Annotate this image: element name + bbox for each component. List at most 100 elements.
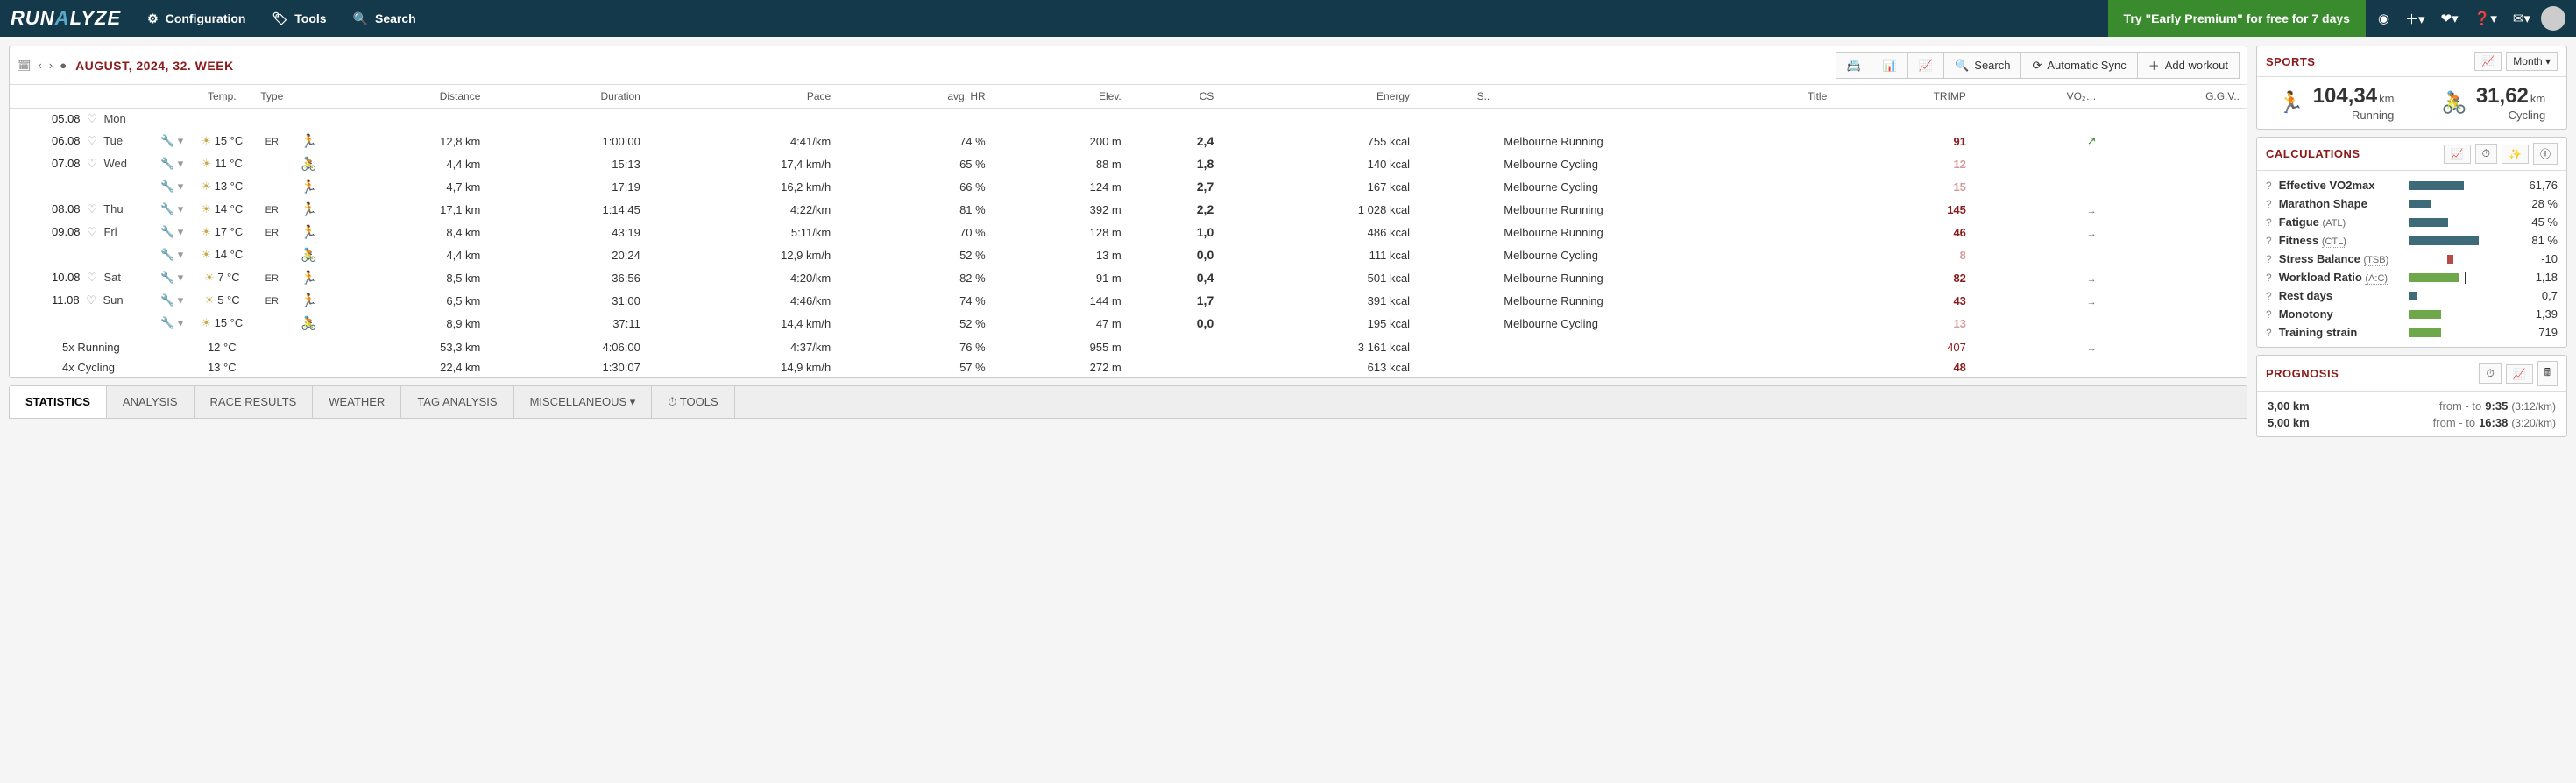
calc-row: ? Workload Ratio (A:C) 1,18 <box>2266 268 2558 286</box>
nav-configuration[interactable]: ⚙Configuration <box>147 11 245 26</box>
calc-row: ? Training strain 719 <box>2266 323 2558 342</box>
activity-row[interactable]: 06.08 ♡ Tue 🔧 ▾ ☀ 15 °C ER 🏃 12,8 km 1:0… <box>10 130 2247 152</box>
col-header[interactable]: Title <box>1497 85 1834 109</box>
summary-row: 5x Running 12 °C 53,3 km4:06:004:37/km76… <box>10 335 2247 358</box>
logo[interactable]: RUNALYZE <box>11 7 121 30</box>
view-chart1-button[interactable]: 📊 <box>1872 52 1908 79</box>
activity-row[interactable]: 🔧 ▾ ☀ 13 °C 🏃 4,7 km 17:19 16,2 km/h 66 … <box>10 175 2247 198</box>
add-workout-button[interactable]: ＋Add workout <box>2137 52 2240 79</box>
col-header[interactable]: Type <box>250 85 294 109</box>
activity-row[interactable]: 09.08 ♡ Fri 🔧 ▾ ☀ 17 °C ER 🏃 8,4 km 43:1… <box>10 221 2247 243</box>
col-header[interactable]: S.. <box>1417 85 1497 109</box>
running-icon: 🏃 <box>2278 90 2304 116</box>
calendar-icon[interactable]: 🗓 <box>17 59 32 73</box>
top-icons: ◉ ＋▾ ❤▾ ❓▾ ✉▾ <box>2378 10 2530 28</box>
help-icon[interactable]: ? <box>2266 272 2272 284</box>
prognosis-row: 3,00 kmfrom - to9:35(3:12/km) <box>2268 398 2556 414</box>
calc-row: ? Stress Balance (TSB) -10 <box>2266 250 2558 268</box>
col-header[interactable] <box>150 85 194 109</box>
calc-row: ? Monotony 1,39 <box>2266 305 2558 323</box>
col-header[interactable]: Duration <box>487 85 647 109</box>
databrowser-header: 🗓 ‹ › ● AUGUST, 2024, 32. WEEK 📇 📊 📈 🔍Se… <box>10 46 2247 85</box>
tab-tag-analysis[interactable]: TAG ANALYSIS <box>401 386 513 418</box>
chart-icon[interactable]: 📈 <box>2474 52 2502 71</box>
calc-row: ? Marathon Shape 28 % <box>2266 194 2558 213</box>
info-icon[interactable]: ⓘ <box>2533 143 2558 165</box>
gauge-icon[interactable]: ⏱ <box>2479 363 2501 384</box>
col-header[interactable]: CS <box>1129 85 1221 109</box>
databrowser-actions: 📇 📊 📈 🔍Search ⟳Automatic Sync ＋Add worko… <box>1836 52 2240 79</box>
calc-row: ? Fatigue (ATL) 45 % <box>2266 213 2558 231</box>
calc-icon[interactable]: 🖩 <box>2537 361 2558 386</box>
databrowser-panel: 🗓 ‹ › ● AUGUST, 2024, 32. WEEK 📇 📊 📈 🔍Se… <box>9 46 2247 378</box>
refresh-icon[interactable]: ● <box>60 59 67 72</box>
eye-icon[interactable]: ◉ <box>2378 11 2389 26</box>
nav-search[interactable]: 🔍Search <box>353 11 416 26</box>
col-header[interactable] <box>10 85 150 109</box>
tab-miscellaneous[interactable]: MISCELLANEOUS ▾ <box>514 386 653 418</box>
col-header[interactable]: G.G.V.. <box>2104 85 2247 109</box>
help-icon[interactable]: ? <box>2266 180 2272 192</box>
calc-row: ? Effective VO2max 61,76 <box>2266 176 2558 194</box>
promo-banner[interactable]: Try "Early Premium" for free for 7 days <box>2108 0 2366 37</box>
sync-icon: ⟳ <box>2032 59 2042 73</box>
next-button[interactable]: › <box>49 59 53 72</box>
help-icon[interactable]: ? <box>2266 308 2272 321</box>
tab-weather[interactable]: WEATHER <box>313 386 401 418</box>
summary-row: 4x Cycling 13 °C 22,4 km1:30:0714,9 km/h… <box>10 357 2247 377</box>
heart-icon[interactable]: ❤▾ <box>2441 11 2459 26</box>
help-icon[interactable]: ? <box>2266 235 2272 247</box>
col-header[interactable]: Temp. <box>194 85 250 109</box>
col-header[interactable] <box>294 85 324 109</box>
bars-icon: 📊 <box>1883 59 1897 73</box>
prognosis-title: PROGNOSIS <box>2266 367 2339 380</box>
databrowser-title: AUGUST, 2024, 32. WEEK <box>75 59 234 73</box>
view-chart2-button[interactable]: 📈 <box>1907 52 1944 79</box>
avatar[interactable] <box>2541 6 2565 31</box>
sports-title: SPORTS <box>2266 55 2315 68</box>
tab-tools[interactable]: ⏱ TOOLS <box>652 386 734 418</box>
period-select[interactable]: Month ▾ <box>2506 52 2558 71</box>
help-icon[interactable]: ❓▾ <box>2474 11 2497 26</box>
wand-icon[interactable]: ✨ <box>2502 145 2529 164</box>
col-header[interactable]: Distance <box>324 85 487 109</box>
calculations-panel: CALCULATIONS 📈 ⏱ ✨ ⓘ ? Effective VO2max … <box>2256 137 2567 348</box>
activity-row[interactable]: 05.08 ♡ Mon <box>10 109 2247 130</box>
activity-row[interactable]: 10.08 ♡ Sat 🔧 ▾ ☀ 7 °C ER 🏃 8,5 km 36:56… <box>10 266 2247 289</box>
gear-icon: ⚙ <box>147 11 159 26</box>
activity-row[interactable]: 🔧 ▾ ☀ 14 °C 🚴 4,4 km 20:24 12,9 km/h 52 … <box>10 243 2247 266</box>
help-icon[interactable]: ? <box>2266 198 2272 210</box>
nav-tools[interactable]: 🏷Tools <box>272 11 326 26</box>
activity-row[interactable]: 07.08 ♡ Wed 🔧 ▾ ☀ 11 °C 🚴 4,4 km 15:13 1… <box>10 152 2247 175</box>
chart-icon[interactable]: 📈 <box>2506 364 2533 384</box>
help-icon[interactable]: ? <box>2266 290 2272 302</box>
gauge-icon[interactable]: ⏱ <box>2475 144 2497 164</box>
col-header[interactable]: Energy <box>1221 85 1417 109</box>
bars2-icon: 📈 <box>1919 59 1933 73</box>
tab-race-results[interactable]: RACE RESULTS <box>195 386 314 418</box>
tab-analysis[interactable]: ANALYSIS <box>107 386 195 418</box>
activity-row[interactable]: 🔧 ▾ ☀ 15 °C 🚴 8,9 km 37:11 14,4 km/h 52 … <box>10 312 2247 335</box>
search-button[interactable]: 🔍Search <box>1943 52 2021 79</box>
sync-button[interactable]: ⟳Automatic Sync <box>2020 52 2137 79</box>
activity-row[interactable]: 08.08 ♡ Thu 🔧 ▾ ☀ 14 °C ER 🏃 17,1 km 1:1… <box>10 198 2247 221</box>
col-header[interactable]: avg. HR <box>838 85 993 109</box>
plus-icon[interactable]: ＋▾ <box>2405 10 2425 28</box>
calc-row: ? Fitness (CTL) 81 % <box>2266 231 2558 250</box>
col-header[interactable]: Elev. <box>993 85 1129 109</box>
help-icon[interactable]: ? <box>2266 253 2272 265</box>
mail-icon[interactable]: ✉▾ <box>2513 11 2530 26</box>
col-header[interactable]: TRIMP <box>1834 85 1973 109</box>
week-icon: 📇 <box>1847 59 1861 73</box>
help-icon[interactable]: ? <box>2266 216 2272 229</box>
activity-row[interactable]: 11.08 ♡ Sun 🔧 ▾ ☀ 5 °C ER 🏃 6,5 km 31:00… <box>10 289 2247 312</box>
col-header[interactable]: Pace <box>648 85 838 109</box>
help-icon[interactable]: ? <box>2266 327 2272 339</box>
db-nav-controls: 🗓 ‹ › ● <box>17 59 67 73</box>
chart-icon[interactable]: 📈 <box>2444 145 2471 164</box>
prev-button[interactable]: ‹ <box>39 59 42 72</box>
col-header[interactable]: VO₂… <box>1973 85 2104 109</box>
view-week-button[interactable]: 📇 <box>1836 52 1872 79</box>
tab-statistics[interactable]: STATISTICS <box>10 386 107 418</box>
calc-row: ? Rest days 0,7 <box>2266 286 2558 305</box>
